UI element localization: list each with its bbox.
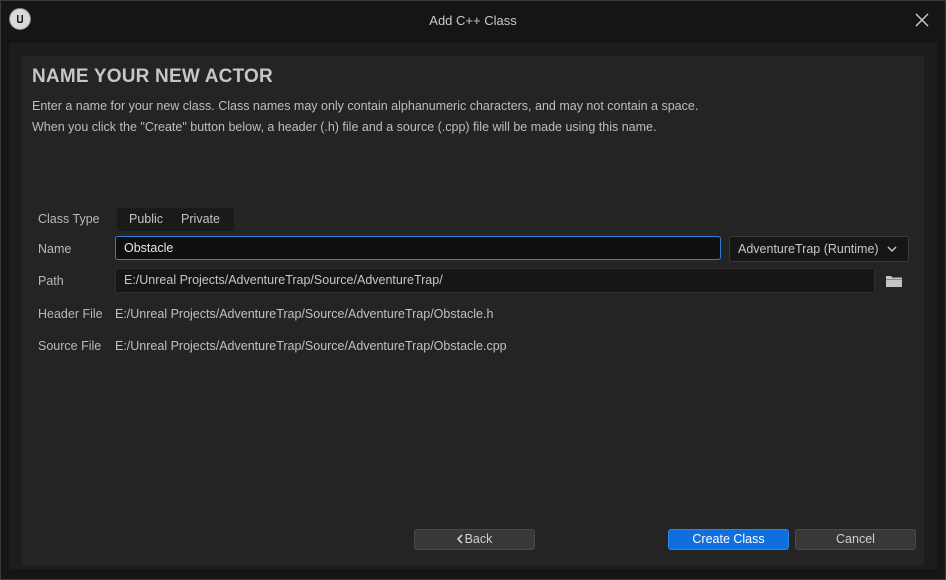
dialog-window: Add C++ Class NAME YOUR NEW ACTOR Enter … xyxy=(0,0,946,580)
class-name-input[interactable]: Obstacle xyxy=(115,236,721,260)
title-bar: Add C++ Class xyxy=(1,1,945,41)
create-class-button[interactable]: Create Class xyxy=(668,529,789,550)
module-dropdown-value: AdventureTrap (Runtime) xyxy=(738,242,879,256)
cancel-button[interactable]: Cancel xyxy=(795,529,916,550)
header-file-value: E:/Unreal Projects/AdventureTrap/Source/… xyxy=(115,307,494,321)
description-line-1: Enter a name for your new class. Class n… xyxy=(32,99,699,113)
path-label: Path xyxy=(38,274,64,288)
close-icon xyxy=(915,13,929,27)
class-type-public-option[interactable]: Public xyxy=(117,208,172,231)
close-button[interactable] xyxy=(913,11,931,29)
class-type-label: Class Type xyxy=(38,212,100,226)
module-dropdown[interactable]: AdventureTrap (Runtime) xyxy=(729,236,909,262)
path-input[interactable]: E:/Unreal Projects/AdventureTrap/Source/… xyxy=(115,268,875,293)
header-file-label: Header File xyxy=(38,307,103,321)
chevron-left-icon xyxy=(456,534,463,544)
folder-icon xyxy=(886,276,902,287)
back-button-label: Back xyxy=(464,532,493,546)
chevron-down-icon xyxy=(887,246,897,253)
class-type-selector: Public Private xyxy=(117,208,234,231)
source-file-value: E:/Unreal Projects/AdventureTrap/Source/… xyxy=(115,339,507,353)
window-title: Add C++ Class xyxy=(429,13,517,28)
name-label: Name xyxy=(38,242,72,256)
class-type-private-option[interactable]: Private xyxy=(172,208,229,231)
source-file-label: Source File xyxy=(38,339,102,353)
browse-folder-button[interactable] xyxy=(885,274,903,288)
back-button[interactable]: Back xyxy=(414,529,535,550)
class-details-panel: NAME YOUR NEW ACTOR Enter a name for you… xyxy=(22,56,924,566)
page-title: NAME YOUR NEW ACTOR xyxy=(32,66,273,87)
description-line-2: When you click the "Create" button below… xyxy=(32,120,657,134)
